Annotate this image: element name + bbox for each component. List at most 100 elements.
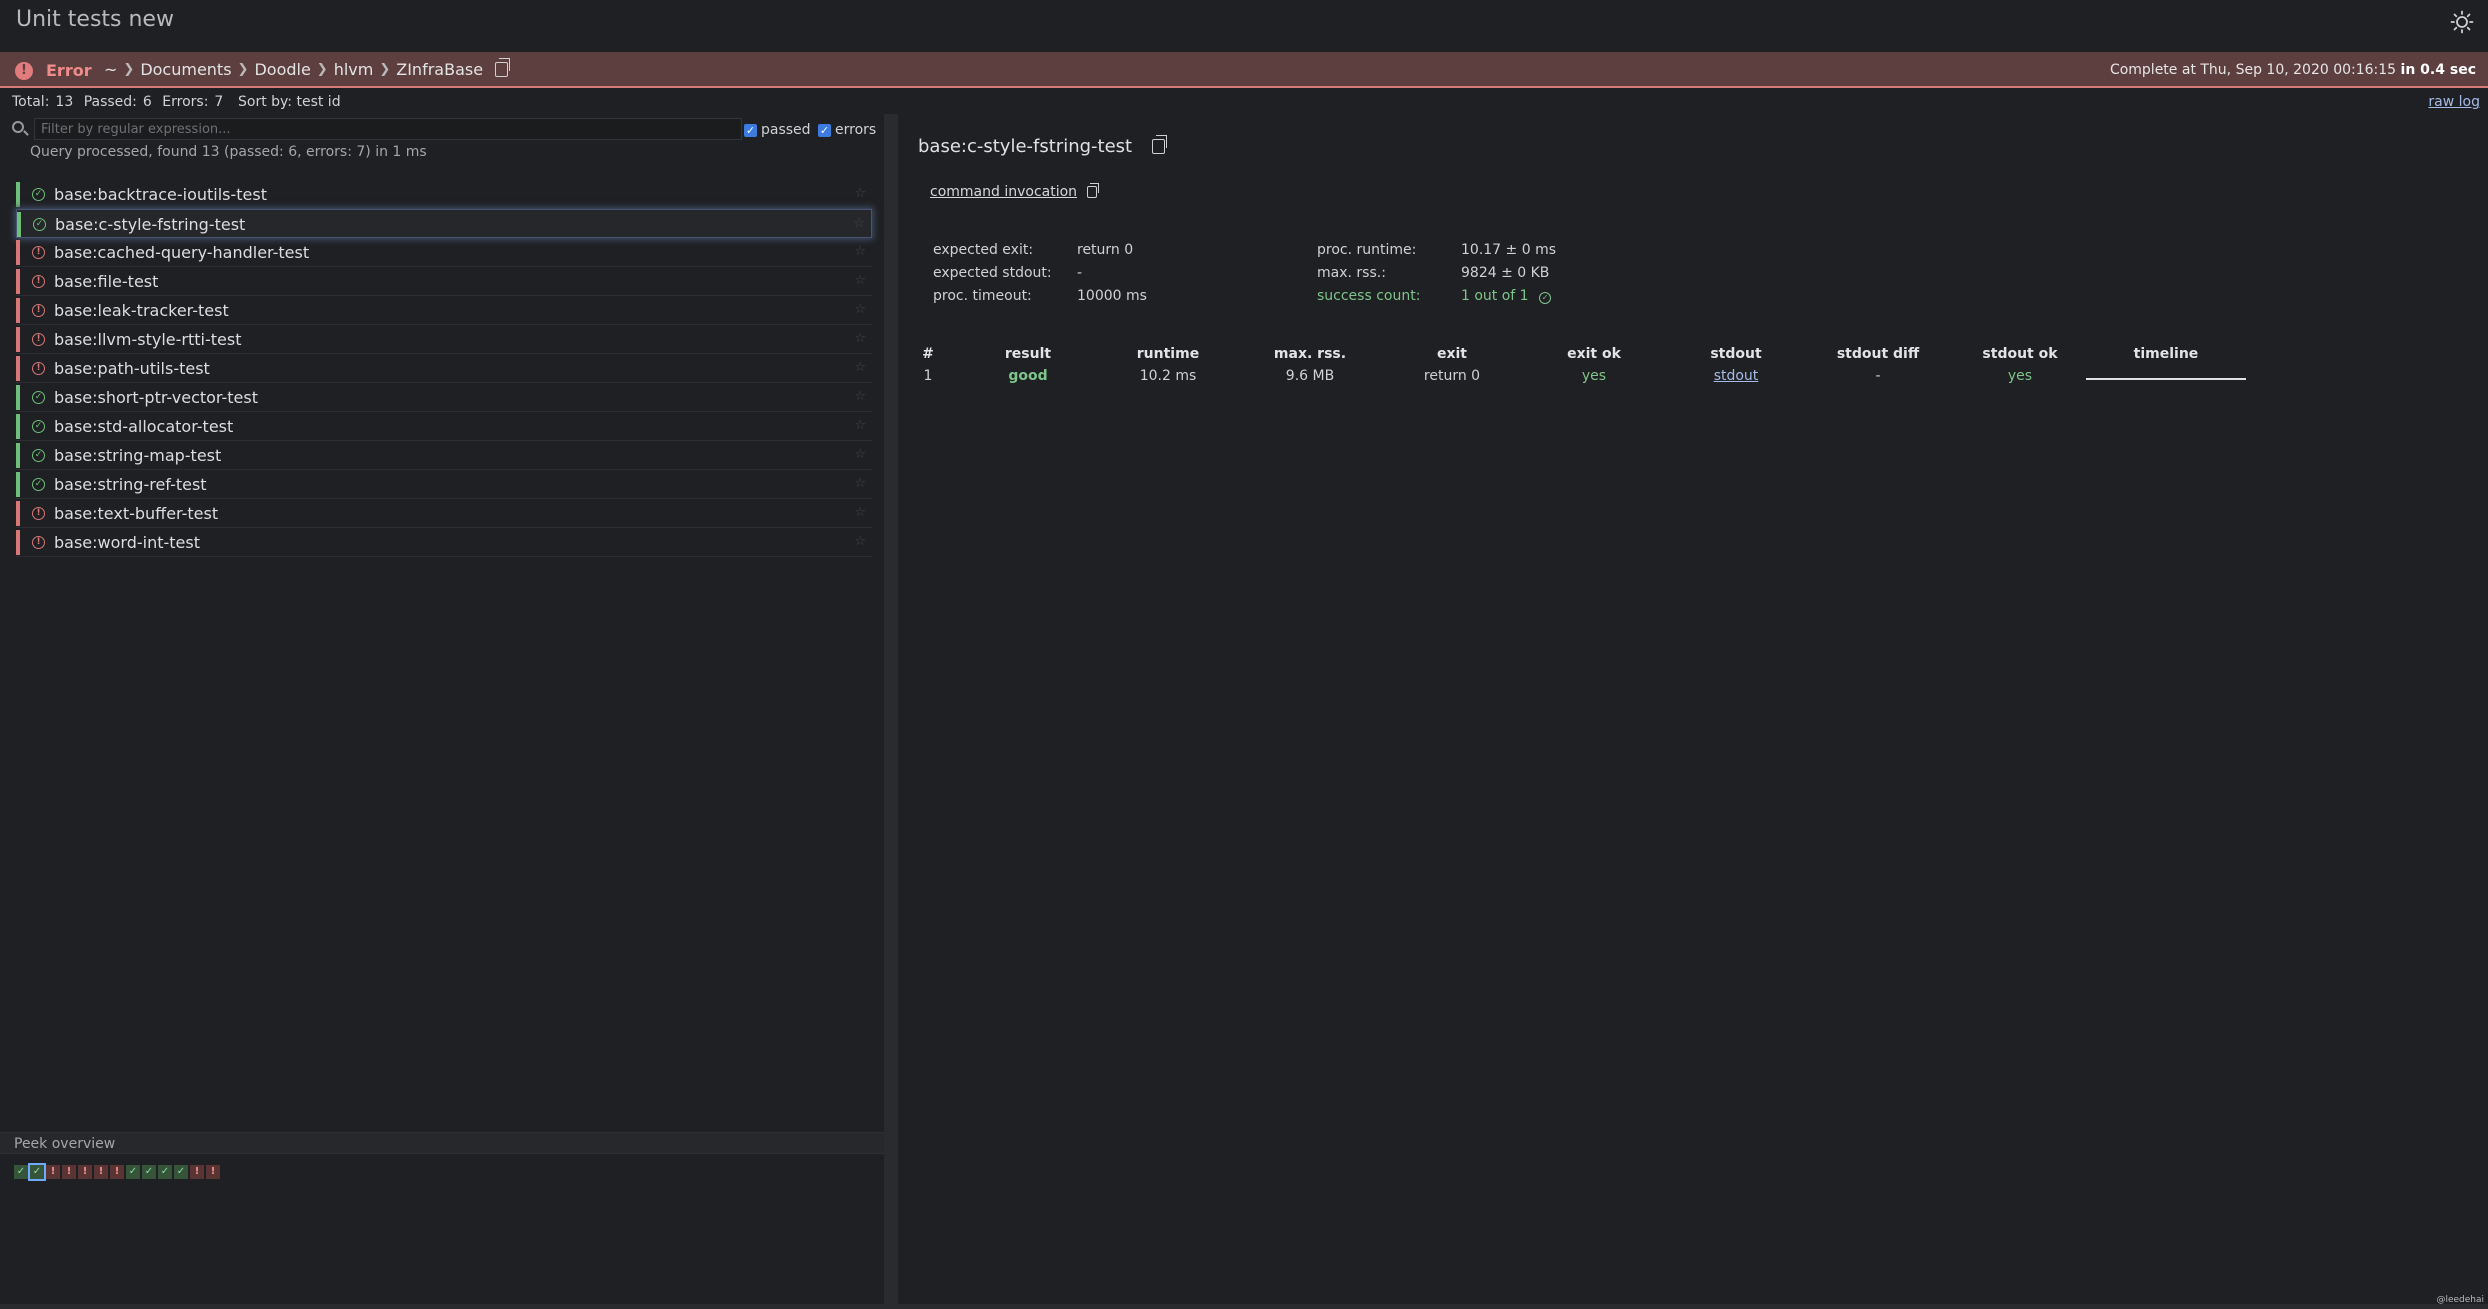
command-invocation-label[interactable]: command invocation	[930, 184, 1077, 200]
status-bar-indicator	[16, 269, 20, 294]
errors-filter-checkbox[interactable]: ✓ errors	[818, 122, 876, 138]
test-row[interactable]: ! base:leak-tracker-test ☆	[16, 296, 872, 325]
star-icon[interactable]: ☆	[854, 476, 866, 491]
breadcrumb-item[interactable]: ~	[104, 60, 117, 79]
error-circle-icon: !	[32, 333, 45, 346]
star-icon[interactable]: ☆	[854, 505, 866, 520]
peek-overview: ✓ ✓ ! ! ! ! ! ✓ ✓ ✓ ✓ ! !	[14, 1163, 220, 1181]
test-row[interactable]: ! base:llvm-style-rtti-test ☆	[16, 325, 872, 354]
peek-cell-pass-selected[interactable]: ✓	[28, 1163, 46, 1181]
status-label: Error	[46, 61, 92, 80]
status-bar-indicator	[16, 443, 20, 468]
copy-icon[interactable]	[1152, 135, 1168, 154]
detail-test-name: base:c-style-fstring-test	[918, 136, 1133, 157]
peek-cell-pass[interactable]: ✓	[142, 1165, 156, 1179]
star-icon[interactable]: ☆	[854, 244, 866, 259]
status-bar: ! Error ~ ❯ Documents ❯ Doodle ❯ hlvm ❯ …	[0, 52, 2488, 88]
test-name: base:word-int-test	[54, 533, 200, 552]
peek-cell-error[interactable]: !	[78, 1165, 92, 1179]
chevron-right-icon: ❯	[237, 62, 249, 77]
test-list-scrollbar[interactable]	[884, 114, 896, 1304]
passed-count: 6	[142, 94, 152, 110]
star-icon[interactable]: ☆	[854, 331, 866, 346]
title-bar: Unit tests new	[0, 0, 2488, 52]
timeline-bar	[2086, 378, 2246, 380]
test-row[interactable]: ✓ base:string-ref-test ☆	[16, 470, 872, 499]
col-header-timeline: timeline	[2133, 346, 2199, 362]
pane-divider[interactable]	[896, 114, 898, 1304]
test-row[interactable]: ! base:cached-query-handler-test ☆	[16, 238, 872, 267]
passed-filter-checkbox[interactable]: ✓ passed	[744, 122, 811, 138]
proc-timeout-value: 10000 ms	[1077, 288, 1147, 304]
test-row[interactable]: ! base:path-utils-test ☆	[16, 354, 872, 383]
status-bar-indicator	[16, 385, 20, 410]
query-message: Query processed, found 13 (passed: 6, er…	[30, 144, 427, 160]
command-invocation-link[interactable]: command invocation	[930, 183, 1100, 200]
test-row[interactable]: ✓ base:short-ptr-vector-test ☆	[16, 383, 872, 412]
checkbox-checked-icon[interactable]: ✓	[744, 123, 757, 137]
sort-by-control[interactable]: Sort by: test id	[238, 94, 341, 110]
checkbox-checked-icon[interactable]: ✓	[818, 123, 831, 137]
star-icon[interactable]: ☆	[854, 273, 866, 288]
results-header: # result runtime max. rss. exit exit ok …	[918, 346, 2248, 366]
check-circle-icon: ✓	[32, 449, 45, 462]
peek-cell-pass[interactable]: ✓	[174, 1165, 188, 1179]
sun-icon[interactable]	[2450, 10, 2474, 34]
peek-cell-error[interactable]: !	[110, 1165, 124, 1179]
chevron-right-icon: ❯	[123, 62, 135, 77]
star-icon[interactable]: ☆	[853, 216, 865, 231]
peek-cell-error[interactable]: !	[190, 1165, 204, 1179]
test-name: base:leak-tracker-test	[54, 301, 229, 320]
test-name: base:llvm-style-rtti-test	[54, 330, 242, 349]
copy-icon[interactable]	[1087, 183, 1100, 198]
test-row[interactable]: ✓ base:backtrace-ioutils-test ☆	[16, 180, 872, 209]
breadcrumb-item[interactable]: Documents	[140, 60, 231, 79]
peek-cell-pass[interactable]: ✓	[158, 1165, 172, 1179]
completion-duration: in 0.4 sec	[2400, 62, 2476, 78]
test-row[interactable]: ! base:text-buffer-test ☆	[16, 499, 872, 528]
peek-cell-error[interactable]: !	[46, 1165, 60, 1179]
passed-filter-label: passed	[761, 122, 811, 138]
star-icon[interactable]: ☆	[854, 302, 866, 317]
errors-count: 7	[214, 94, 224, 110]
test-summary: Total: 13 Passed: 6 Errors: 7	[12, 94, 229, 110]
test-row[interactable]: ! base:word-int-test ☆	[16, 528, 872, 557]
cell-result: good	[1008, 368, 1048, 384]
peek-cell-pass[interactable]: ✓	[14, 1165, 28, 1179]
test-name: base:c-style-fstring-test	[55, 215, 246, 234]
credit-text: @leedehai	[2436, 1295, 2484, 1305]
test-row[interactable]: ✓ base:std-allocator-test ☆	[16, 412, 872, 441]
success-count-value: 1 out of 1 ✓	[1461, 288, 1552, 304]
expected-exit-value: return 0	[1077, 242, 1134, 258]
raw-log-link[interactable]: raw log	[2428, 94, 2480, 110]
test-list-pane: ✓ passed ✓ errors Query processed, found…	[0, 114, 884, 1304]
total-label: Total:	[12, 94, 50, 110]
check-circle-icon: ✓	[32, 391, 45, 404]
star-icon[interactable]: ☆	[854, 534, 866, 549]
copy-icon[interactable]	[495, 58, 511, 77]
star-icon[interactable]: ☆	[854, 360, 866, 375]
test-name: base:path-utils-test	[54, 359, 210, 378]
passed-label: Passed:	[83, 94, 137, 110]
check-circle-icon: ✓	[32, 188, 45, 201]
test-row[interactable]: ! base:file-test ☆	[16, 267, 872, 296]
peek-cell-error[interactable]: !	[62, 1165, 76, 1179]
star-icon[interactable]: ☆	[854, 389, 866, 404]
breadcrumb-item[interactable]: Doodle	[254, 60, 310, 79]
test-row[interactable]: ✓ base:string-map-test ☆	[16, 441, 872, 470]
peek-cell-pass[interactable]: ✓	[126, 1165, 140, 1179]
star-icon[interactable]: ☆	[854, 447, 866, 462]
star-icon[interactable]: ☆	[854, 418, 866, 433]
filter-input[interactable]	[34, 118, 742, 140]
test-row-selected[interactable]: ✓ base:c-style-fstring-test ☆	[16, 209, 872, 238]
peek-cell-error[interactable]: !	[206, 1165, 220, 1179]
breadcrumb-item[interactable]: hlvm	[334, 60, 374, 79]
stdout-link[interactable]: stdout	[1686, 368, 1786, 384]
proc-runtime-value: 10.17 ± 0 ms	[1461, 242, 1556, 258]
star-icon[interactable]: ☆	[854, 186, 866, 201]
test-name: base:std-allocator-test	[54, 417, 234, 436]
peek-cell-error[interactable]: !	[94, 1165, 108, 1179]
error-circle-icon: !	[32, 304, 45, 317]
breadcrumb-item[interactable]: ZInfraBase	[396, 60, 483, 79]
check-circle-icon: ✓	[32, 478, 45, 491]
